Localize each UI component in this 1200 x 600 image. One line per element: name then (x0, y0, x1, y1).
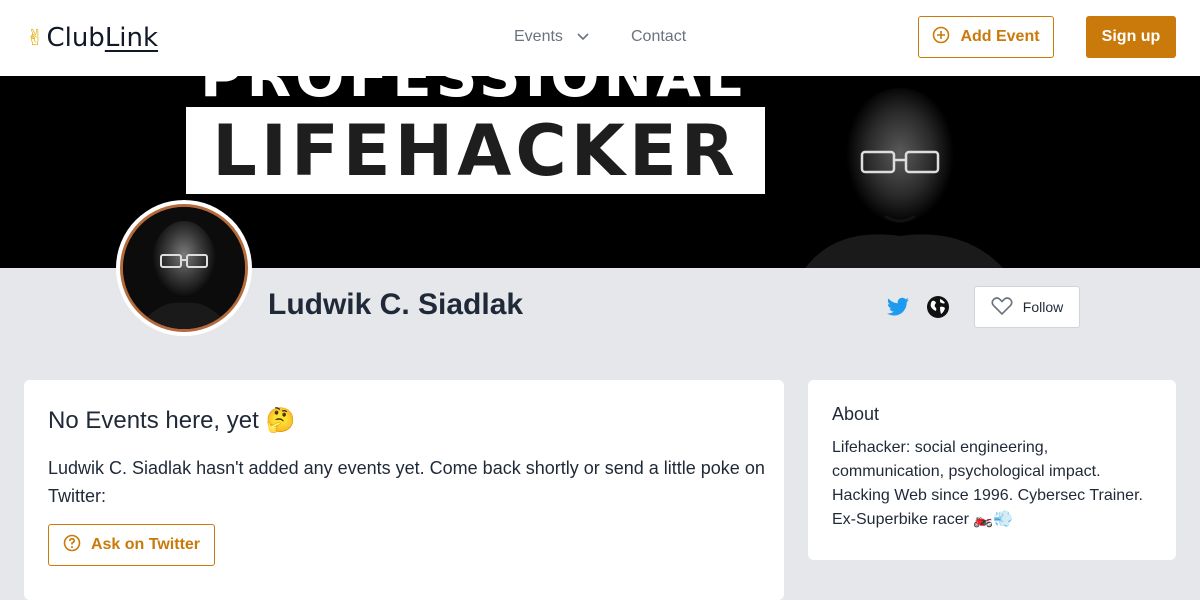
sign-up-button[interactable]: Sign up (1086, 16, 1176, 58)
clublink-logo[interactable]: ✌ Club Link (26, 22, 158, 54)
heart-icon (991, 296, 1013, 319)
banner-title-box: LIFEHACKER (186, 107, 765, 194)
banner-top-text: PROFESSIONAL (200, 76, 746, 110)
nav-events-label: Events (514, 28, 563, 45)
follow-button[interactable]: Follow (974, 286, 1080, 328)
logo-text-link: Link (104, 23, 159, 53)
about-card-title: About (832, 404, 880, 424)
events-card-message: Ludwik C. Siadlak hasn't added any event… (48, 458, 765, 506)
events-card: No Events here, yet 🤔 Ludwik C. Siadlak … (24, 380, 784, 600)
nav-contact-link[interactable]: Contact (631, 26, 686, 48)
top-navbar: ✌ Club Link Events Contact Add Event Sign… (0, 0, 1200, 76)
about-card: About Lifehacker: social engineering, co… (808, 380, 1176, 560)
add-event-label: Add Event (960, 28, 1040, 45)
nav-events-dropdown[interactable]: Events (514, 26, 589, 48)
profile-name: Ludwik C. Siadlak (268, 288, 524, 321)
logo-text-club: Club (46, 23, 105, 53)
about-card-text: Lifehacker: social engineering, communic… (832, 439, 1143, 528)
follow-label: Follow (1022, 299, 1064, 315)
events-card-title: No Events here, yet 🤔 (48, 407, 296, 434)
banner-title-text: LIFEHACKER (212, 109, 739, 192)
twitter-icon[interactable] (886, 295, 910, 319)
profile-avatar (116, 200, 252, 336)
chevron-down-icon (577, 28, 589, 46)
nav-contact-label: Contact (631, 28, 687, 45)
victory-hand-icon: ✌ (26, 25, 45, 51)
ask-on-twitter-label: Ask on Twitter (90, 536, 201, 553)
ask-on-twitter-button[interactable]: Ask on Twitter (48, 524, 215, 566)
add-event-button[interactable]: Add Event (918, 16, 1054, 58)
globe-icon[interactable] (926, 295, 950, 319)
avatar-image (120, 204, 248, 332)
question-circle-icon (63, 534, 81, 557)
plus-circle-icon (932, 26, 950, 49)
banner-portrait-image (805, 88, 1004, 268)
sign-up-label: Sign up (1101, 28, 1161, 45)
